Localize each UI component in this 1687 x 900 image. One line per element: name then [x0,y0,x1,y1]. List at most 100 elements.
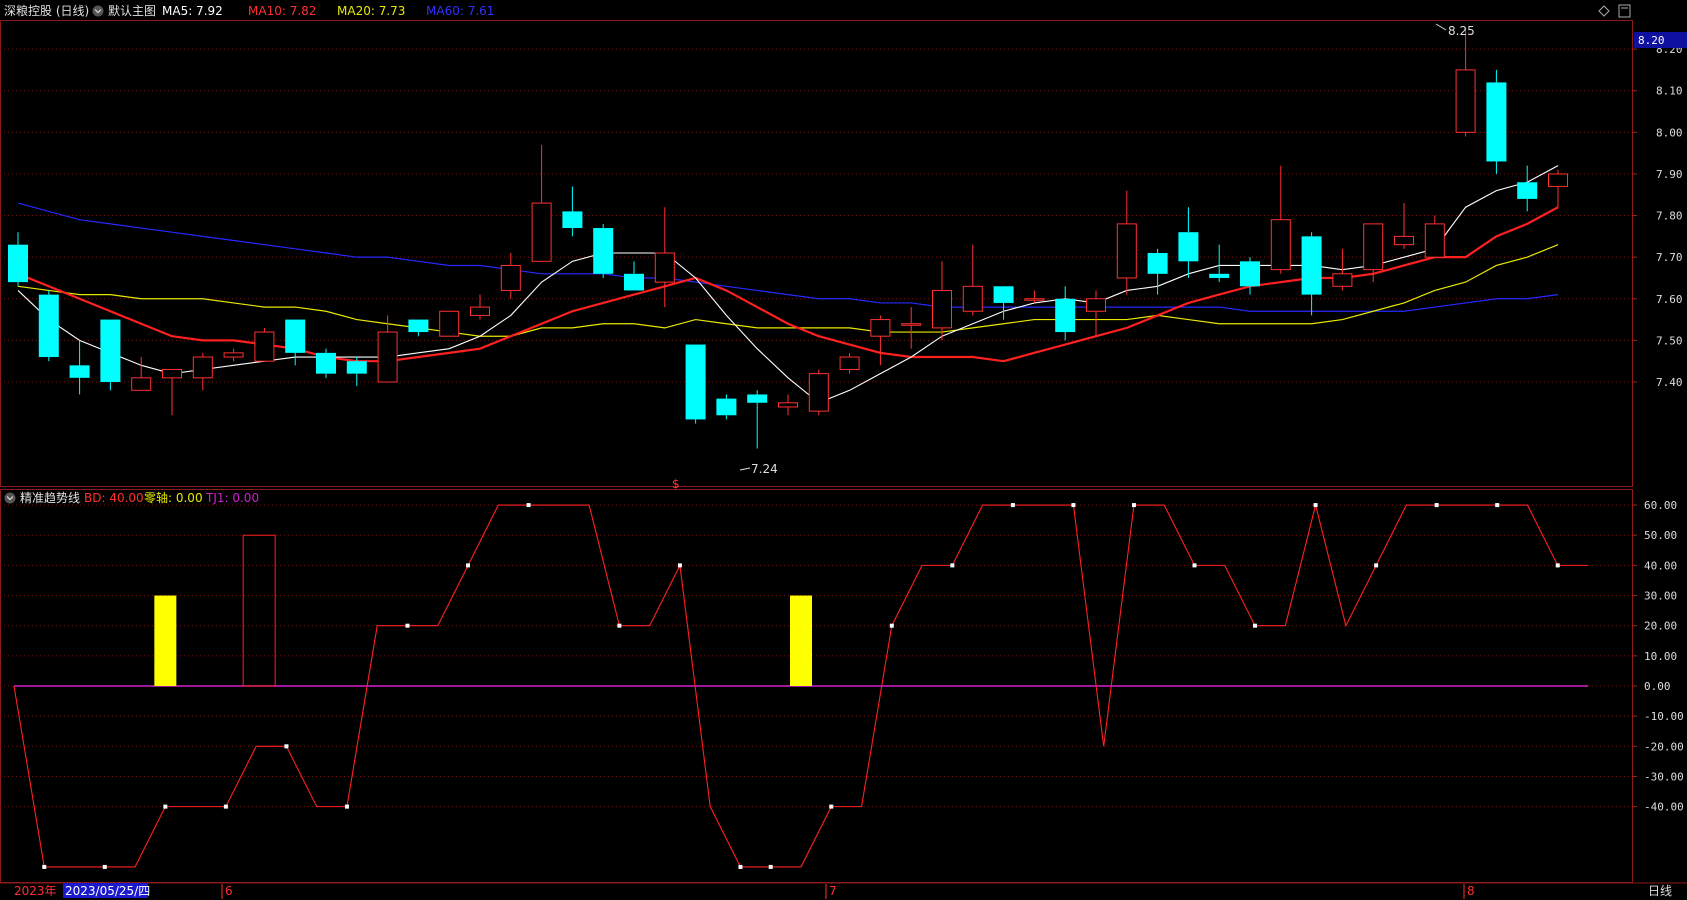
trend-point [1434,503,1439,508]
month-7-label: 7 [829,884,837,898]
candle [1086,290,1106,337]
month-6-label: 6 [225,884,233,898]
period-label[interactable]: 日线 [1648,884,1672,898]
chart-canvas[interactable]: 8.20 8.10 8.00 7.90 7.80 7.70 7.60 7.50 7.40 8.2… [0,0,1687,900]
price-tick-label: 7.70 [1656,251,1683,264]
candle [162,369,182,416]
trend-point [284,744,289,749]
candle [654,207,675,308]
candle [870,315,891,366]
ma20-value: MA20: 7.73 [337,4,405,18]
trend-point [1131,503,1136,508]
candle [439,310,460,337]
candle [1424,215,1445,258]
indicator-tick-label: 10.00 [1644,650,1677,663]
candle-body-down [408,319,429,333]
candle [470,294,490,320]
indicator-tick-label: 0.00 [1644,680,1671,693]
main-chart-label[interactable]: 默认主图 [108,3,156,18]
candle [1024,290,1045,303]
candle-body-up [932,289,952,329]
candle [377,315,398,383]
trend-point [405,623,410,628]
candle [1332,248,1353,291]
month-8-label: 8 [1467,884,1475,898]
candle [69,340,90,395]
trend-point [1071,503,1076,508]
indicator-tick-label: -20.00 [1644,740,1684,753]
indicator-gridlines [0,504,1632,808]
candle-body-down [1517,182,1538,199]
indicator-bars [154,534,812,687]
candle-body-up [500,264,521,291]
maximize-icon[interactable] [1618,4,1631,18]
candle-body-up [1394,235,1414,246]
candle-body-down [716,398,737,416]
candle-body-up [1270,219,1291,271]
trend-point [466,563,471,568]
candle [839,352,860,374]
candle [747,390,768,449]
candle-body-up [870,319,891,337]
ex-dividend-marker: $ [672,477,680,491]
candle [685,344,706,424]
candle-body-down [69,365,90,378]
candle-body-down [1147,253,1168,274]
candle [593,223,614,278]
indicator-header: 精准趋势线 BD: 40.00 零轴: 0.00 TJ1: 0.00 [4,490,259,505]
high-marker: 8.25 [1435,23,1475,38]
dropdown-icon[interactable] [92,5,104,17]
candle-body-down [316,352,336,374]
candle [500,253,521,299]
indicator-dropdown-icon[interactable] [4,492,16,504]
window-controls [1598,4,1631,18]
candle-body-down [1486,82,1507,162]
candle-body-up [1086,298,1106,312]
candle-body-up [808,373,829,412]
candle-body-down [100,319,121,382]
diamond-icon[interactable] [1598,5,1610,17]
trend-point [950,563,955,568]
candle-body-up [1548,173,1568,187]
candle [346,357,367,387]
indicator-tick-label: -40.00 [1644,801,1684,814]
candle-body-down [285,319,306,353]
candle-body-down [1055,298,1076,333]
trend-point [1495,503,1500,508]
candle [778,394,798,416]
candle [624,261,644,291]
stock-name[interactable]: 深粮控股 (日线) [4,3,89,18]
candle-body-up [901,323,922,326]
candle-body-down [993,286,1014,303]
indicator-name[interactable]: 精准趋势线 [20,491,80,505]
candle [1270,165,1291,274]
time-axis: 2023年 2023/05/25/四 6 7 8 日线 [14,883,1672,899]
indicator-tick-label: -30.00 [1644,770,1684,783]
candle [932,261,952,341]
candle [901,307,922,349]
candle [1394,203,1414,249]
trend-point [768,864,773,869]
yellow-signal-bar [790,595,812,686]
candlestick-series [8,28,1568,449]
price-gridlines [0,48,1632,383]
candle-body-up [254,331,275,362]
candle [1486,69,1507,174]
indicator-tick-label: 20.00 [1644,620,1677,633]
candle [1363,223,1384,283]
candle-body-up [470,306,490,316]
price-tick-label: 7.40 [1656,376,1683,389]
ma10-value: MA10: 7.82 [248,4,316,18]
trend-point [344,804,349,809]
ma60-value: MA60: 7.61 [426,4,494,18]
ma10-line [17,206,1559,363]
candle-body-up [1363,223,1384,271]
candle-body-down [346,361,367,374]
trend-point [617,623,622,628]
candle-body-down [8,244,28,283]
trend-point [1010,503,1015,508]
candle-body-down [593,228,614,274]
price-tick-label: 7.90 [1656,168,1683,181]
zero-axis-value: 零轴: 0.00 [144,490,203,505]
candle [408,319,429,337]
